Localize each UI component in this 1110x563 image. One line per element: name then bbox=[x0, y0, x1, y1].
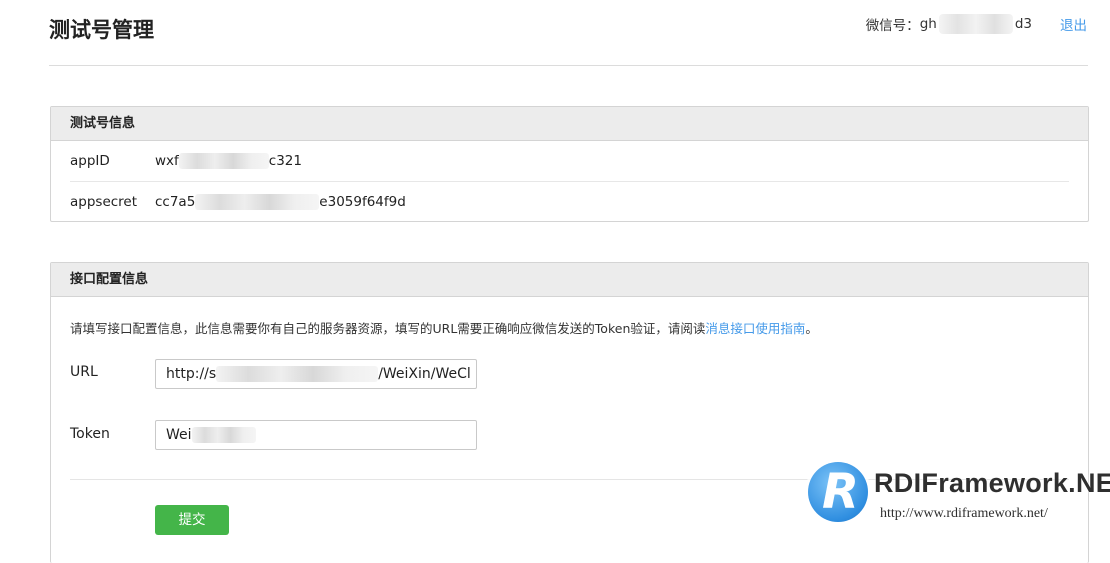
url-input[interactable]: http://s /WeiXin/WeCl bbox=[155, 359, 477, 389]
config-description-end: 。 bbox=[805, 321, 818, 336]
test-account-panel-title: 测试号信息 bbox=[51, 107, 1088, 141]
account-id-prefix: gh bbox=[919, 16, 937, 32]
redacted-blur bbox=[216, 366, 379, 382]
token-label: Token bbox=[70, 426, 110, 442]
url-label: URL bbox=[70, 364, 98, 380]
page-title: 测试号管理 bbox=[49, 18, 154, 42]
config-panel-title: 接口配置信息 bbox=[51, 263, 1088, 297]
account-info: 微信号： gh d3 bbox=[866, 14, 1032, 34]
appid-row: appID wxf c321 bbox=[70, 141, 1069, 181]
appsecret-prefix: cc7a5 bbox=[155, 194, 196, 210]
token-input[interactable]: Wei bbox=[155, 420, 477, 450]
account-label: 微信号： bbox=[865, 18, 920, 34]
url-suffix: /WeiXin/WeCl bbox=[378, 366, 471, 382]
appsecret-row: appsecret cc7a5 e3059f64f9d bbox=[70, 181, 1069, 222]
appsecret-label: appsecret bbox=[70, 194, 138, 210]
redacted-blur bbox=[178, 153, 269, 169]
appsecret-value: cc7a5 e3059f64f9d bbox=[155, 182, 406, 222]
appid-value: wxf c321 bbox=[155, 141, 302, 181]
redacted-blur bbox=[191, 427, 256, 443]
watermark-url: http://www.rdiframework.net/ bbox=[880, 506, 1048, 521]
redacted-blur bbox=[195, 194, 320, 210]
watermark-logo-icon: R bbox=[808, 462, 868, 522]
redacted-blur bbox=[938, 14, 1013, 34]
appsecret-suffix: e3059f64f9d bbox=[319, 194, 406, 210]
guide-link[interactable]: 消息接口使用指南 bbox=[705, 321, 805, 336]
config-description: 请填写接口配置信息，此信息需要你有自己的服务器资源，填写的URL需要正确响应微信… bbox=[70, 318, 818, 337]
watermark-logo-letter: R bbox=[822, 464, 859, 520]
appid-suffix: c321 bbox=[268, 153, 302, 169]
token-value: Wei bbox=[166, 427, 192, 443]
test-account-panel: 测试号信息 appID wxf c321 appsecret cc7a5 e30… bbox=[50, 106, 1089, 222]
logout-link[interactable]: 退出 bbox=[1060, 14, 1087, 34]
account-id-suffix: d3 bbox=[1014, 16, 1032, 32]
appid-label: appID bbox=[70, 153, 110, 169]
header-divider bbox=[49, 65, 1088, 66]
url-prefix: http://s bbox=[166, 366, 217, 382]
submit-button[interactable]: 提交 bbox=[155, 505, 229, 535]
watermark-title: RDIFramework.NET bbox=[874, 468, 1110, 498]
watermark: R RDIFramework.NET http://www.rdiframewo… bbox=[808, 462, 1110, 528]
appid-prefix: wxf bbox=[155, 153, 179, 169]
config-description-text: 请填写接口配置信息，此信息需要你有自己的服务器资源，填写的URL需要正确响应微信… bbox=[70, 321, 706, 336]
